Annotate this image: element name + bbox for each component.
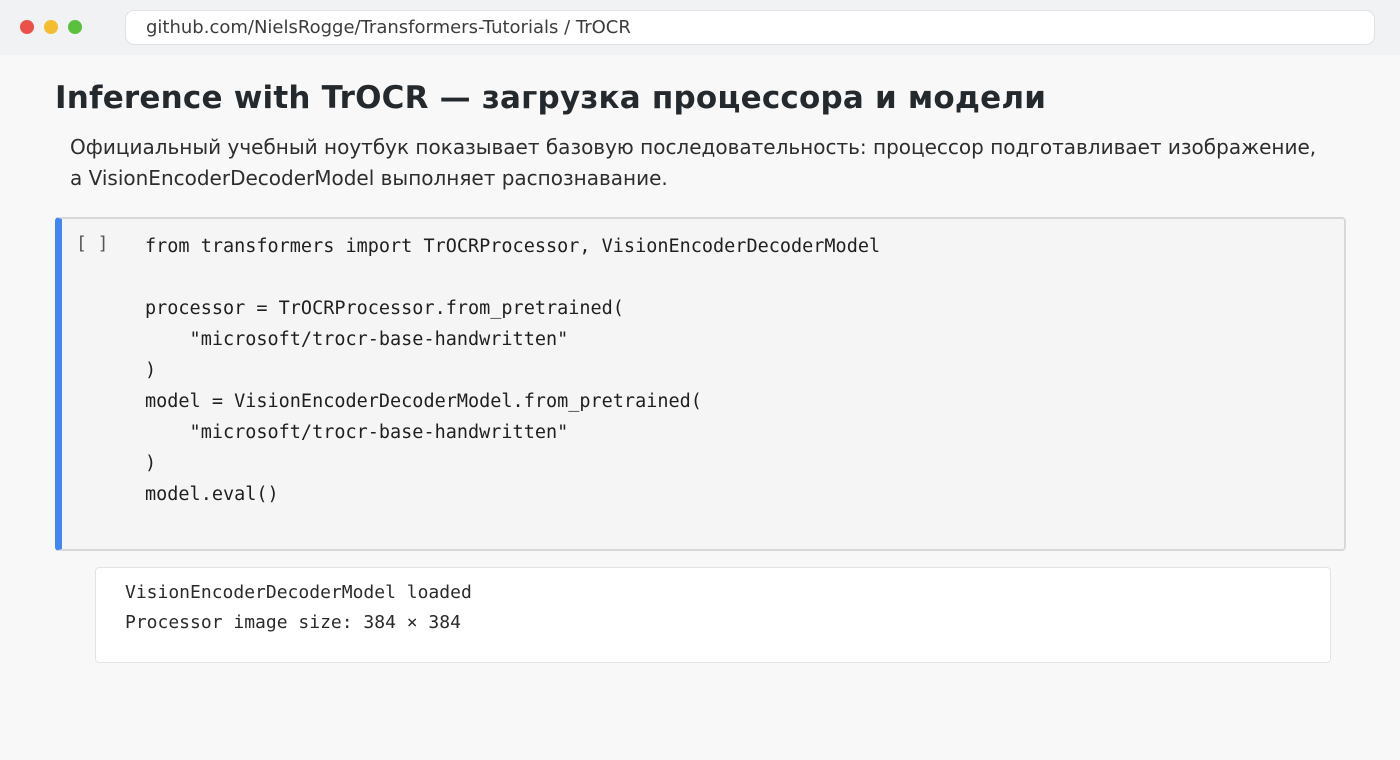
code-editor[interactable]: from transformers import TrOCRProcessor,… [145, 231, 880, 510]
code-cell[interactable]: [ ] from transformers import TrOCRProces… [55, 217, 1346, 551]
output-text: VisionEncoderDecoderModel loaded Process… [125, 582, 472, 633]
browser-titlebar: github.com/NielsRogge/Transformers-Tutor… [0, 0, 1400, 55]
run-cell-button[interactable]: [ ] [76, 233, 109, 254]
notebook-content: Inference with TrOCR — загрузка процессо… [0, 55, 1400, 760]
notebook-heading: Inference with TrOCR — загрузка процессо… [55, 80, 1047, 116]
description-line: Официальный учебный ноутбук показывает б… [70, 135, 1317, 159]
browser-window: github.com/NielsRogge/Transformers-Tutor… [0, 0, 1400, 760]
cell-output: VisionEncoderDecoderModel loaded Process… [95, 567, 1331, 663]
notebook-description: Официальный учебный ноутбук показывает б… [70, 132, 1395, 194]
maximize-window-button[interactable] [68, 20, 82, 34]
address-bar[interactable]: github.com/NielsRogge/Transformers-Tutor… [125, 10, 1375, 45]
minimize-window-button[interactable] [44, 20, 58, 34]
description-line: а VisionEncoderDecoderModel выполняет ра… [70, 166, 668, 190]
close-window-button[interactable] [20, 20, 34, 34]
